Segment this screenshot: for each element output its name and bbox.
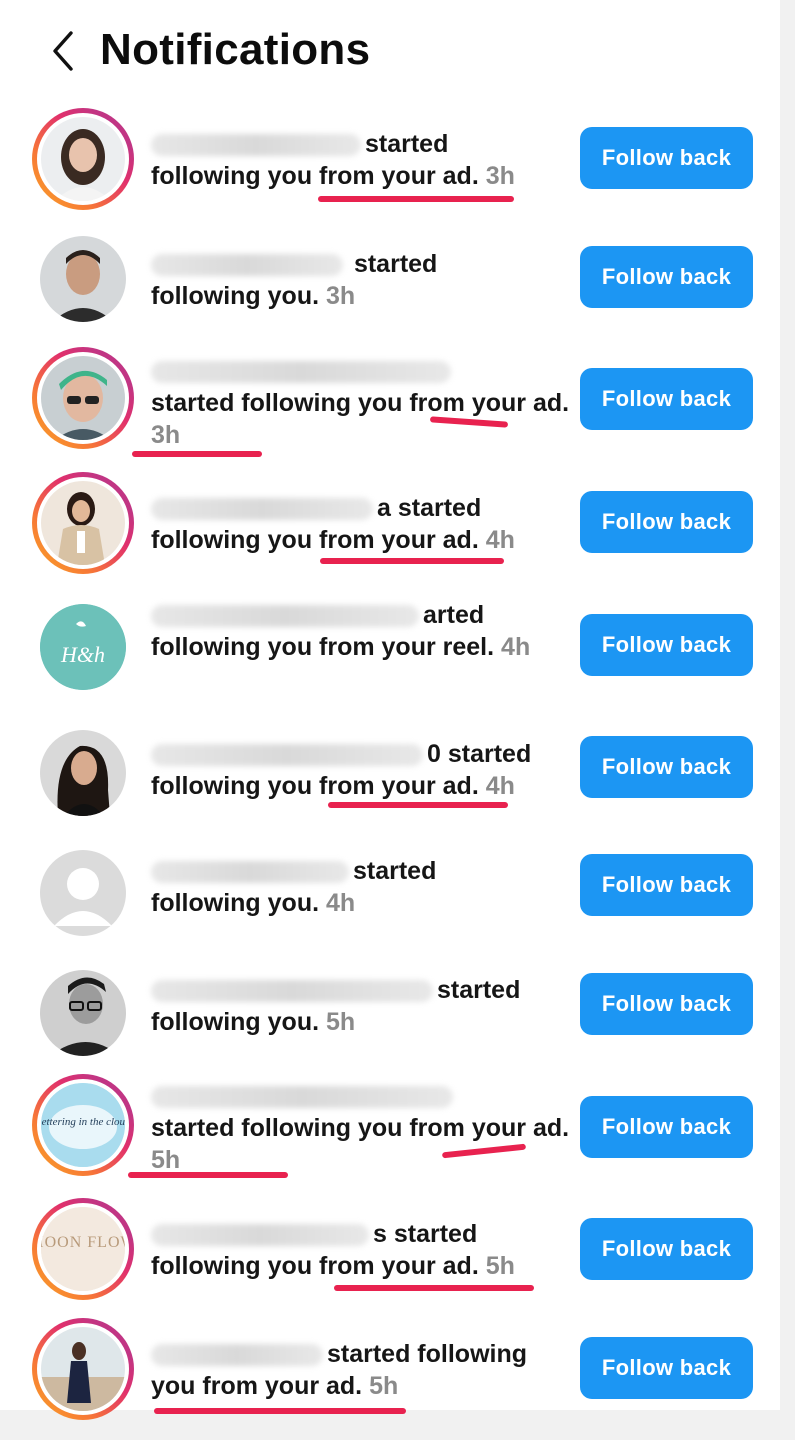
avatar-story-ring[interactable]: MOON FLOW	[32, 1198, 134, 1300]
username-blurred[interactable]	[151, 1086, 453, 1109]
avatar	[40, 970, 126, 1056]
notification-text: arted following you from your reel. 4h	[151, 601, 531, 661]
timestamp: 5h	[151, 1146, 181, 1174]
notification-row: started following you. 5h Follow back	[0, 962, 780, 1062]
notification-text: started following you from your ad. 5h	[151, 1340, 527, 1400]
notification-row: Lettering in the cloud started following…	[0, 1074, 780, 1176]
avatar	[40, 850, 126, 936]
notification-row: a started following you from your ad. 4h…	[0, 472, 780, 574]
notification-text: started following you from your ad. 5h	[151, 1080, 571, 1176]
avatar	[41, 1327, 125, 1411]
avatar-logo-text: H&h	[60, 642, 105, 667]
timestamp: 4h	[325, 889, 356, 917]
red-underline	[132, 451, 262, 457]
username-blurred[interactable]	[151, 1224, 369, 1247]
timestamp: 5h	[369, 1372, 399, 1400]
notification-row: started following you from your ad. 3h F…	[0, 347, 780, 449]
notification-row: started following you from your ad. 3h F…	[0, 108, 780, 210]
timestamp: 4h	[485, 526, 515, 554]
avatar: Lettering in the cloud	[41, 1083, 125, 1167]
follow-back-button[interactable]: Follow back	[580, 973, 753, 1035]
default-user-icon	[40, 850, 126, 936]
avatar-story-ring[interactable]	[32, 472, 134, 574]
timestamp: 3h	[151, 421, 181, 449]
username-blurred[interactable]	[151, 1344, 323, 1367]
notification-row: started following you. 3h Follow back	[0, 228, 780, 328]
avatar: H&h	[40, 604, 126, 690]
timestamp: 3h	[485, 162, 515, 190]
follow-back-button[interactable]: Follow back	[580, 614, 753, 676]
chevron-left-icon	[53, 31, 73, 71]
notifications-screen: Notifications started following you from…	[0, 0, 780, 1420]
notification-text: a started following you from your ad. 4h	[151, 494, 515, 554]
notification-text: s started following you from your ad. 5h	[151, 1220, 515, 1280]
avatar	[40, 236, 126, 322]
follow-back-button[interactable]: Follow back	[580, 854, 753, 916]
avatar	[41, 356, 125, 440]
avatar-logo-text: Lettering in the cloud	[41, 1116, 125, 1128]
username-blurred[interactable]	[151, 498, 373, 521]
avatar-wrap[interactable]	[32, 228, 134, 330]
avatar-story-ring[interactable]	[32, 347, 134, 449]
timestamp: 5h	[325, 1008, 356, 1036]
notification-row: H&h arted following you from your reel. …	[0, 596, 780, 696]
avatar-wrap[interactable]	[32, 842, 134, 944]
header: Notifications	[0, 0, 780, 100]
avatar-logo-text: MOON FLOW	[41, 1234, 125, 1251]
follow-back-button[interactable]: Follow back	[580, 127, 753, 189]
username-blurred[interactable]	[151, 361, 451, 384]
follow-back-button[interactable]: Follow back	[580, 1337, 753, 1399]
follow-back-button[interactable]: Follow back	[580, 368, 753, 430]
username-blurred[interactable]	[151, 744, 423, 767]
notification-text: started following you. 4h	[151, 857, 437, 917]
avatar-story-ring[interactable]: Lettering in the cloud	[32, 1074, 134, 1176]
follow-back-button[interactable]: Follow back	[580, 246, 753, 308]
avatar-story-ring[interactable]	[32, 108, 134, 210]
avatar-wrap[interactable]: H&h	[32, 596, 134, 698]
username-blurred[interactable]	[151, 861, 349, 884]
red-underline	[154, 1408, 406, 1414]
red-underline	[128, 1172, 288, 1178]
follow-back-button[interactable]: Follow back	[580, 1218, 753, 1280]
follow-back-button[interactable]: Follow back	[580, 491, 753, 553]
follow-back-button[interactable]: Follow back	[580, 736, 753, 798]
timestamp: 4h	[501, 633, 531, 661]
username-blurred[interactable]	[151, 980, 433, 1003]
page-title: Notifications	[100, 25, 371, 74]
notification-text: started following you from your ad. 3h	[151, 130, 515, 190]
notification-row: started following you. 4h Follow back	[0, 842, 780, 942]
avatar-wrap[interactable]	[32, 722, 134, 824]
notification-text: started following you from your ad. 3h	[151, 355, 571, 451]
avatar: MOON FLOW	[41, 1207, 125, 1291]
notification-text: started following you. 5h	[151, 976, 521, 1036]
avatar-wrap[interactable]	[32, 962, 134, 1064]
timestamp: 5h	[485, 1252, 515, 1280]
username-blurred[interactable]	[151, 134, 361, 157]
red-underline	[318, 196, 514, 202]
avatar	[41, 481, 125, 565]
red-underline	[334, 1285, 534, 1291]
avatar	[41, 117, 125, 201]
avatar	[40, 730, 126, 816]
notification-text: 0 started following you from your ad. 4h	[151, 740, 532, 800]
timestamp: 4h	[485, 772, 515, 800]
avatar-story-ring[interactable]	[32, 1318, 134, 1420]
red-underline	[320, 558, 504, 564]
red-underline	[328, 802, 508, 808]
username-blurred[interactable]	[151, 254, 343, 277]
timestamp: 3h	[325, 282, 356, 310]
username-blurred[interactable]	[151, 605, 419, 628]
notification-text: started following you. 3h	[151, 250, 438, 310]
notification-row: started following you from your ad. 5h F…	[0, 1318, 780, 1420]
follow-back-button[interactable]: Follow back	[580, 1096, 753, 1158]
back-button[interactable]	[45, 28, 85, 74]
notification-row: MOON FLOW s started following you from y…	[0, 1198, 780, 1300]
